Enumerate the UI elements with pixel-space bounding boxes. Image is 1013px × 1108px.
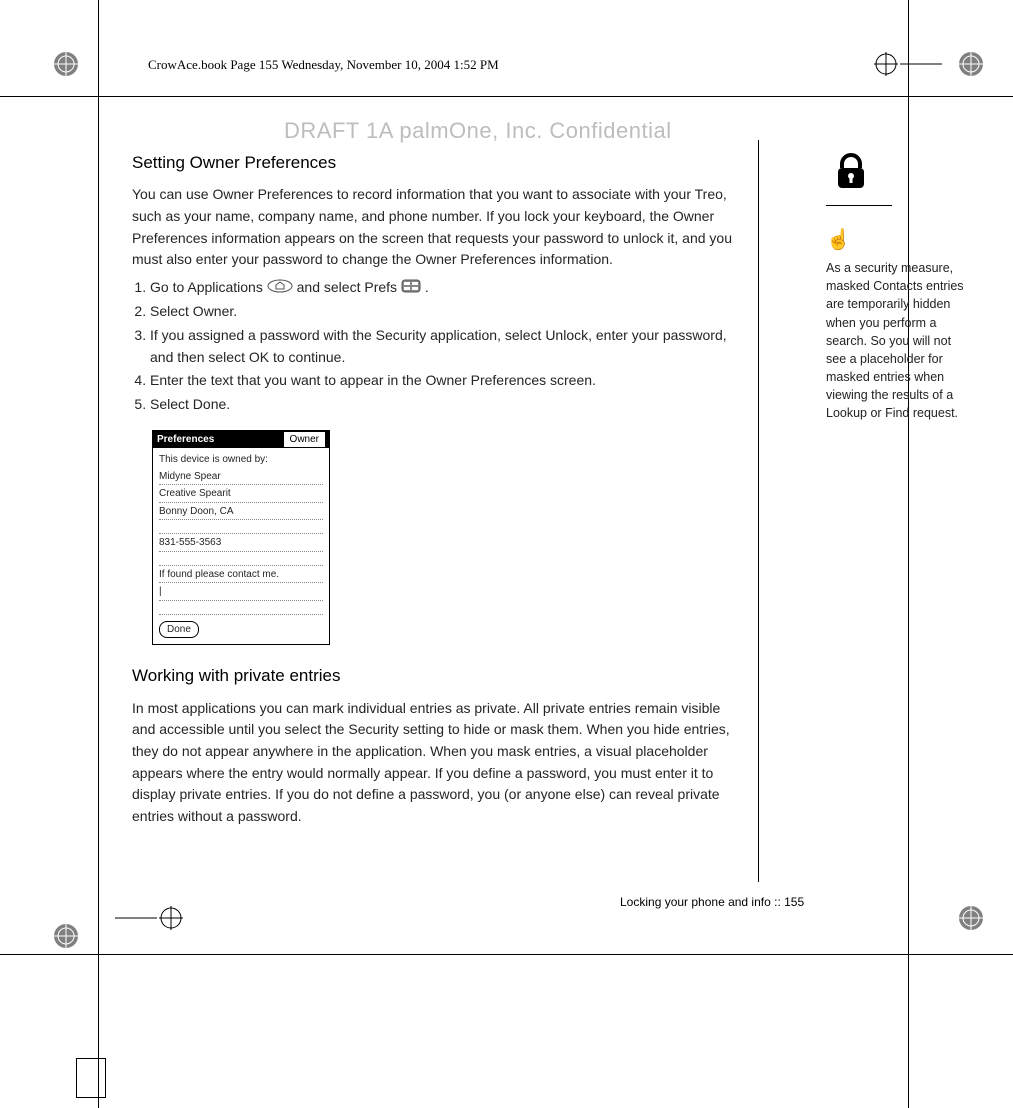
registration-mark-icon (52, 50, 80, 78)
step-item: Enter the text that you want to appear i… (150, 370, 732, 392)
prefs-titlebar: Preferences Owner (153, 431, 329, 449)
prefs-line: 831-555-3563 (159, 534, 323, 552)
prefs-icon (401, 278, 421, 300)
prefs-line (159, 552, 323, 566)
sidebar-rule (826, 205, 892, 206)
sidebar-divider-line (758, 140, 759, 882)
page-rule (0, 96, 1013, 97)
step-text: and select Prefs (297, 279, 401, 295)
page-rule (0, 954, 1013, 955)
book-header-tag: CrowAce.book Page 155 Wednesday, Novembe… (148, 57, 499, 73)
lock-icon (830, 150, 966, 197)
prefs-line: | (159, 583, 323, 601)
main-content: Setting Owner Preferences You can use Ow… (132, 150, 732, 834)
prefs-line: Bonny Doon, CA (159, 503, 323, 521)
sidebar-tip: As a security measure, masked Contacts e… (826, 259, 966, 422)
prefs-line: Midyne Spear (159, 468, 323, 486)
section-paragraph: You can use Owner Preferences to record … (132, 184, 732, 271)
prefs-category: Owner (284, 432, 325, 448)
section-heading: Working with private entries (132, 663, 732, 689)
registration-mark-icon (957, 904, 985, 932)
crop-cross-icon (872, 50, 942, 78)
step-text: . (425, 279, 429, 295)
prefs-line: If found please contact me. (159, 566, 323, 584)
section-paragraph: In most applications you can mark indivi… (132, 698, 732, 828)
owner-prefs-screenshot: Preferences Owner This device is owned b… (152, 430, 330, 646)
prefs-title-label: Preferences (157, 432, 214, 448)
placeholder-rect (76, 1058, 106, 1098)
page-rule (98, 0, 99, 1108)
step-text: Go to Applications (150, 279, 267, 295)
tip-icon: ☝ (826, 226, 966, 255)
step-item: Select Owner. (150, 301, 732, 323)
prefs-line: This device is owned by: (159, 452, 323, 468)
step-item: If you assigned a password with the Secu… (150, 325, 732, 368)
home-icon (267, 278, 293, 300)
prefs-line (159, 601, 323, 615)
steps-list: Go to Applications and select Prefs . Se… (132, 277, 732, 416)
section-heading: Setting Owner Preferences (132, 150, 732, 176)
page-footer: Locking your phone and info :: 155 (620, 895, 804, 909)
step-item: Select Done. (150, 394, 732, 416)
prefs-line (159, 520, 323, 534)
registration-mark-icon (52, 922, 80, 950)
draft-watermark: DRAFT 1A palmOne, Inc. Confidential (284, 118, 672, 144)
prefs-line: Creative Spearit (159, 485, 323, 503)
registration-mark-icon (957, 50, 985, 78)
step-item: Go to Applications and select Prefs . (150, 277, 732, 299)
prefs-body: This device is owned by: Midyne Spear Cr… (153, 448, 329, 644)
sidebar: ☝ As a security measure, masked Contacts… (826, 150, 966, 422)
done-button[interactable]: Done (159, 621, 199, 639)
crop-cross-icon (115, 904, 185, 932)
page: CrowAce.book Page 155 Wednesday, Novembe… (0, 0, 1013, 1108)
